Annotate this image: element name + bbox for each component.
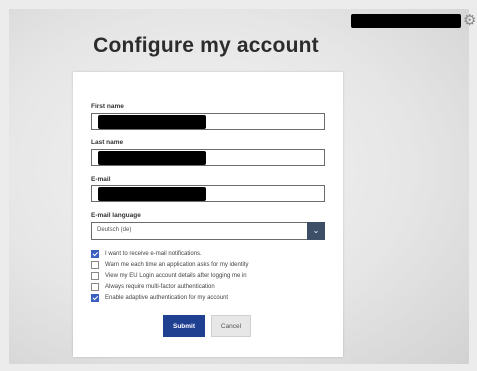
option-email-notifications[interactable]: I want to receive e-mail notifications. bbox=[91, 249, 202, 258]
option-require-mfa[interactable]: Always require multi-factor authenticati… bbox=[91, 282, 215, 291]
checkbox[interactable] bbox=[91, 260, 99, 269]
redacted-username[interactable] bbox=[351, 14, 461, 28]
first-name-label: First name bbox=[91, 103, 124, 110]
chevron-down-icon[interactable]: ⌄ bbox=[307, 222, 325, 240]
checkbox[interactable] bbox=[91, 293, 99, 302]
redacted-value bbox=[98, 115, 206, 129]
account-form-card: First name Last name E-mail E-mail langu… bbox=[73, 72, 343, 357]
email-input[interactable] bbox=[91, 185, 325, 202]
option-view-account-details[interactable]: View my EU Login account details after l… bbox=[91, 271, 247, 280]
option-label: I want to receive e-mail notifications. bbox=[105, 250, 202, 257]
email-label: E-mail bbox=[91, 176, 111, 183]
option-label: Always require multi-factor authenticati… bbox=[105, 283, 215, 290]
email-language-select[interactable]: Deutsch (de) ⌄ bbox=[91, 222, 325, 240]
option-warn-identity[interactable]: Warn me each time an application asks fo… bbox=[91, 260, 249, 269]
option-adaptive-auth[interactable]: Enable adaptive authentication for my ac… bbox=[91, 293, 228, 302]
redacted-value bbox=[98, 151, 206, 165]
page-title: Configure my account bbox=[93, 34, 319, 57]
first-name-input[interactable] bbox=[91, 113, 325, 130]
last-name-label: Last name bbox=[91, 139, 124, 146]
email-language-label: E-mail language bbox=[91, 212, 141, 219]
redacted-value bbox=[98, 187, 206, 201]
email-language-value: Deutsch (de) bbox=[97, 227, 132, 233]
cancel-button[interactable]: Cancel bbox=[211, 315, 251, 337]
gear-icon[interactable]: ⚙ bbox=[463, 11, 477, 29]
checkbox[interactable] bbox=[91, 282, 99, 291]
option-label: View my EU Login account details after l… bbox=[105, 272, 247, 279]
checkbox[interactable] bbox=[91, 249, 99, 258]
last-name-input[interactable] bbox=[91, 149, 325, 166]
submit-button[interactable]: Submit bbox=[163, 315, 205, 337]
option-label: Enable adaptive authentication for my ac… bbox=[105, 294, 229, 301]
checkbox[interactable] bbox=[91, 271, 99, 280]
option-label: Warn me each time an application asks fo… bbox=[105, 261, 249, 268]
